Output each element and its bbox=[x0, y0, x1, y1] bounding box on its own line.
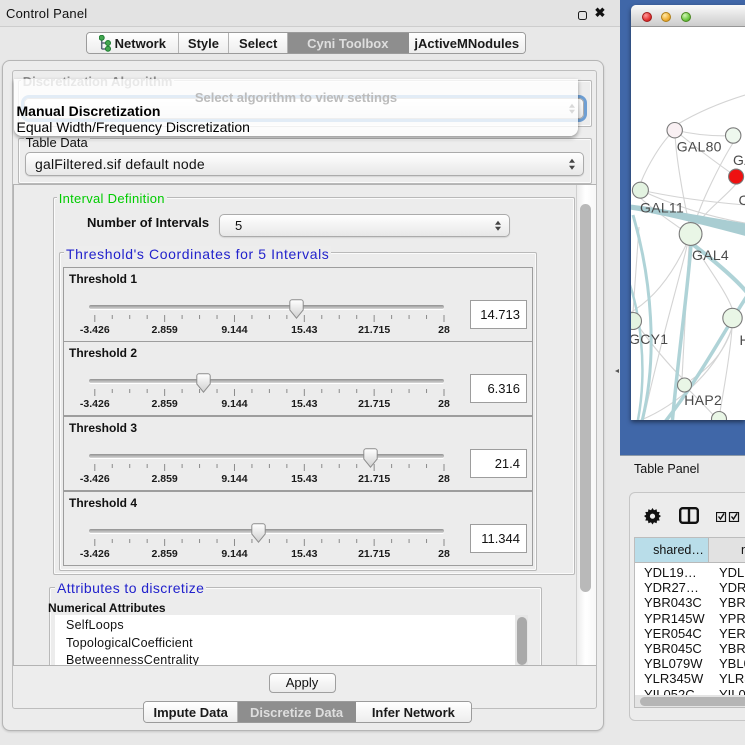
svg-text:C: C bbox=[739, 192, 745, 208]
svg-text:GAL80: GAL80 bbox=[677, 138, 722, 154]
svg-text:GAL11: GAL11 bbox=[640, 200, 684, 216]
svg-text:GCY1: GCY1 bbox=[631, 331, 668, 347]
svg-text:H: H bbox=[740, 332, 745, 348]
svg-text:GAL4: GAL4 bbox=[692, 247, 729, 263]
svg-text:GA: GA bbox=[733, 152, 745, 168]
svg-text:HAP2: HAP2 bbox=[684, 392, 722, 408]
